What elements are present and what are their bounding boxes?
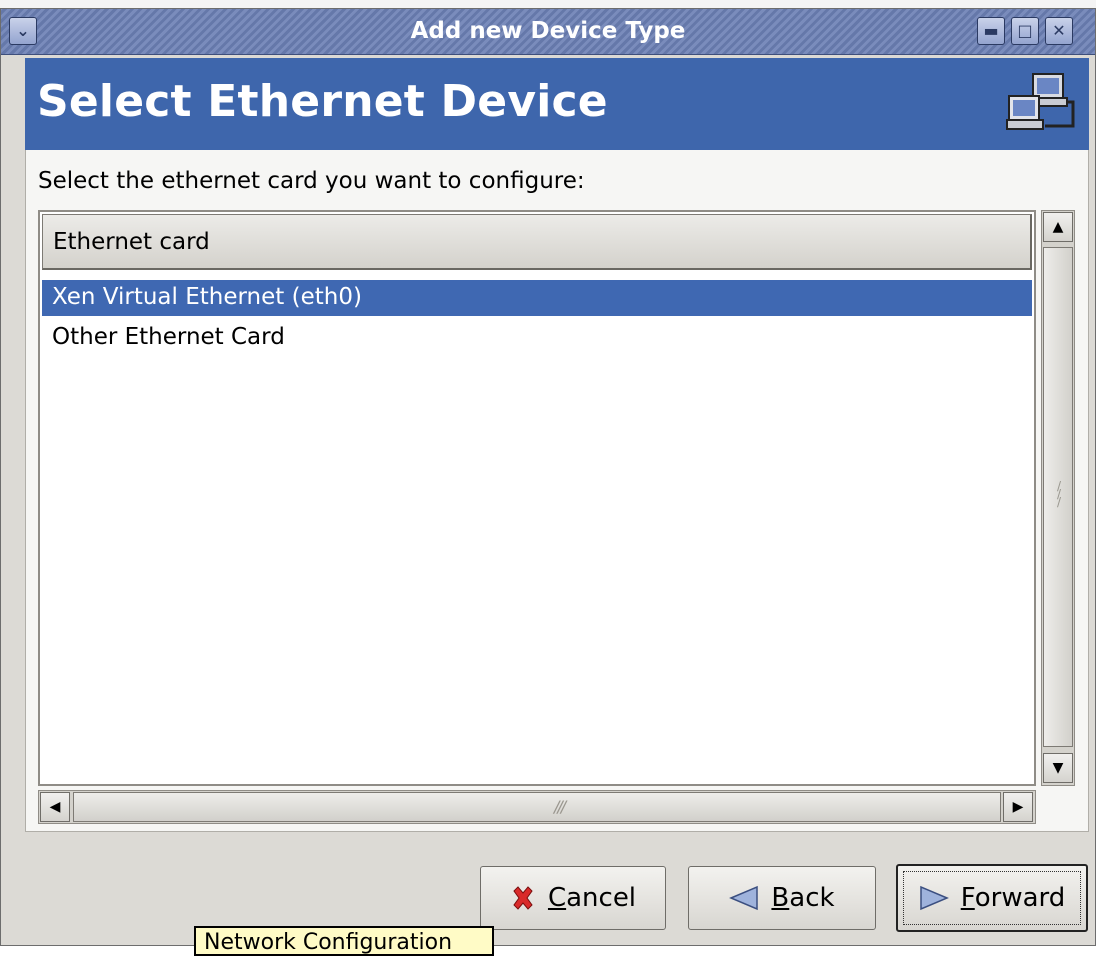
horizontal-scroll-thumb[interactable]: ///	[73, 792, 1001, 822]
ethernet-card-list[interactable]: Ethernet card Xen Virtual Ethernet (eth0…	[38, 210, 1036, 786]
arrow-left-icon: ◀	[49, 799, 61, 815]
cancel-button[interactable]: Cancel	[480, 866, 666, 930]
list-item-label: Xen Virtual Ethernet (eth0)	[52, 284, 362, 310]
column-header-label: Ethernet card	[53, 229, 210, 255]
instruction-label: Select the ethernet card you want to con…	[38, 168, 585, 194]
list-item[interactable]: Other Ethernet Card	[42, 320, 1032, 356]
cancel-label: Cancel	[547, 883, 637, 913]
focus-ring	[903, 871, 1081, 925]
page-banner: Select Ethernet Device	[25, 58, 1089, 150]
forward-button[interactable]: Forward	[896, 864, 1088, 932]
title-bar[interactable]: ⌄ Add new Device Type ▬ □ ✕	[1, 9, 1095, 55]
page-title: Select Ethernet Device	[37, 76, 608, 127]
network-computers-icon	[1006, 73, 1075, 130]
maximize-icon: □	[1017, 21, 1033, 40]
scroll-left-button[interactable]: ◀	[40, 792, 70, 822]
arrow-left-icon	[729, 885, 759, 911]
window-title: Add new Device Type	[410, 18, 686, 44]
maximize-button[interactable]: □	[1011, 17, 1039, 45]
list-item-label: Other Ethernet Card	[52, 324, 285, 350]
cancel-x-icon	[513, 886, 533, 910]
tooltip: Network Configuration	[194, 926, 494, 956]
vertical-scroll-thumb[interactable]: / / /	[1043, 247, 1073, 747]
arrow-up-icon: ▲	[1052, 219, 1064, 235]
scroll-right-button[interactable]: ▶	[1003, 792, 1033, 822]
scroll-up-button[interactable]: ▲	[1043, 212, 1073, 242]
minimize-icon: ▬	[983, 21, 999, 40]
arrow-down-icon: ▼	[1052, 760, 1064, 776]
scroll-down-button[interactable]: ▼	[1043, 753, 1073, 783]
minimize-button[interactable]: ▬	[977, 17, 1005, 45]
back-label: Back	[771, 883, 835, 913]
column-header-ethernet-card[interactable]: Ethernet card	[42, 214, 1032, 270]
arrow-right-icon: ▶	[1012, 799, 1024, 815]
horizontal-scrollbar[interactable]: ◀ /// ▶	[38, 790, 1036, 824]
close-icon: ✕	[1052, 21, 1066, 40]
grip-icon: ///	[1056, 479, 1062, 509]
vertical-scrollbar[interactable]: ▲ / / / ▼	[1041, 210, 1075, 786]
list-item[interactable]: Xen Virtual Ethernet (eth0)	[42, 280, 1032, 316]
back-button[interactable]: Back	[688, 866, 876, 930]
close-button[interactable]: ✕	[1045, 17, 1073, 45]
tooltip-text: Network Configuration	[204, 930, 453, 955]
grip-icon: ///	[554, 797, 566, 816]
